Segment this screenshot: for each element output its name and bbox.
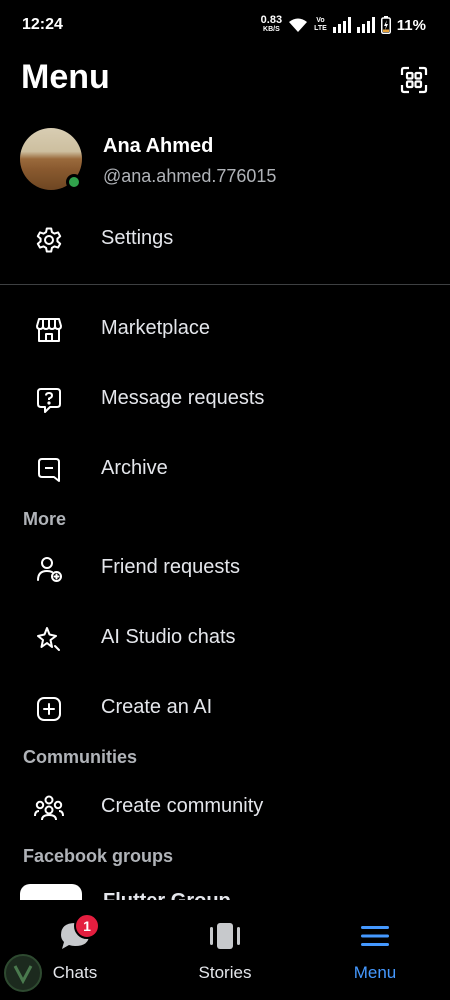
group-item-flutter-group[interactable]: Flutter Group bbox=[0, 880, 450, 900]
bottom-navigation: 1 Chats Stories Menu bbox=[0, 900, 450, 1000]
group-thumbnail bbox=[20, 884, 82, 900]
online-status-indicator bbox=[66, 174, 82, 190]
ai-sparkle-icon bbox=[34, 624, 64, 654]
menu-item-marketplace[interactable]: Marketplace bbox=[0, 297, 450, 361]
qr-code-icon bbox=[400, 66, 428, 94]
menu-item-message-requests[interactable]: Message requests bbox=[0, 367, 450, 431]
menu-item-label: Marketplace bbox=[101, 317, 210, 339]
menu-item-label: Archive bbox=[101, 457, 168, 479]
chat-question-icon bbox=[34, 385, 64, 415]
stories-icon bbox=[210, 923, 240, 949]
community-icon bbox=[34, 793, 64, 823]
status-time: 12:24 bbox=[22, 16, 63, 33]
nav-tab-label: Stories bbox=[198, 963, 252, 982]
section-header-more: More bbox=[23, 509, 67, 529]
menu-item-archive[interactable]: Archive bbox=[0, 437, 450, 501]
menu-item-create-community[interactable]: Create community bbox=[0, 775, 450, 839]
menu-screen: 12:24 0.83 KB/S Vo LTE 11% Menu Ana Ahme… bbox=[0, 0, 450, 1000]
app-logo-watermark bbox=[4, 954, 42, 992]
battery-charging-icon bbox=[380, 16, 391, 34]
network-speed: 0.83 KB/S bbox=[260, 14, 283, 34]
divider bbox=[0, 284, 450, 285]
page-title: Menu bbox=[21, 58, 110, 96]
menu-item-label: Friend requests bbox=[101, 556, 240, 578]
section-header-facebook-groups: Facebook groups bbox=[23, 846, 174, 866]
nav-tab-menu[interactable]: Menu bbox=[300, 900, 450, 1000]
profile-name: Ana Ahmed bbox=[103, 135, 214, 157]
signal-icon bbox=[332, 17, 351, 33]
section-header-communities: Communities bbox=[23, 747, 138, 767]
add-friend-icon bbox=[34, 554, 64, 584]
menu-item-create-ai[interactable]: Create an AI bbox=[0, 676, 450, 740]
plus-square-icon bbox=[34, 694, 64, 724]
menu-item-friend-requests[interactable]: Friend requests bbox=[0, 536, 450, 600]
menu-item-label: Create an AI bbox=[101, 696, 213, 718]
menu-item-ai-studio-chats[interactable]: AI Studio chats bbox=[0, 606, 450, 670]
profile-row[interactable]: Ana Ahmed @ana.ahmed.776015 bbox=[0, 124, 450, 196]
storefront-icon bbox=[34, 315, 64, 345]
gear-icon bbox=[34, 225, 64, 255]
archive-icon bbox=[34, 455, 64, 485]
signal-icon bbox=[356, 17, 375, 33]
profile-handle: @ana.ahmed.776015 bbox=[103, 166, 277, 186]
wifi-icon bbox=[289, 18, 308, 32]
status-icons: 0.83 KB/S Vo LTE 11% bbox=[261, 14, 426, 36]
menu-item-label: AI Studio chats bbox=[101, 626, 236, 648]
group-name: Flutter Group bbox=[103, 890, 231, 900]
battery-percent: 11% bbox=[396, 16, 426, 34]
qr-code-button[interactable] bbox=[398, 64, 430, 96]
volte-indicator: Vo LTE bbox=[314, 17, 327, 32]
hamburger-menu-icon bbox=[361, 926, 389, 946]
status-bar: 12:24 0.83 KB/S Vo LTE 11% bbox=[0, 0, 450, 52]
menu-item-label: Create community bbox=[101, 795, 264, 817]
nav-tab-label: Menu bbox=[353, 963, 397, 982]
nav-tab-stories[interactable]: Stories bbox=[150, 900, 300, 1000]
menu-item-settings[interactable]: Settings bbox=[0, 207, 450, 271]
unread-badge: 1 bbox=[74, 913, 100, 939]
menu-item-label: Message requests bbox=[101, 387, 265, 409]
menu-item-label: Settings bbox=[101, 227, 174, 249]
